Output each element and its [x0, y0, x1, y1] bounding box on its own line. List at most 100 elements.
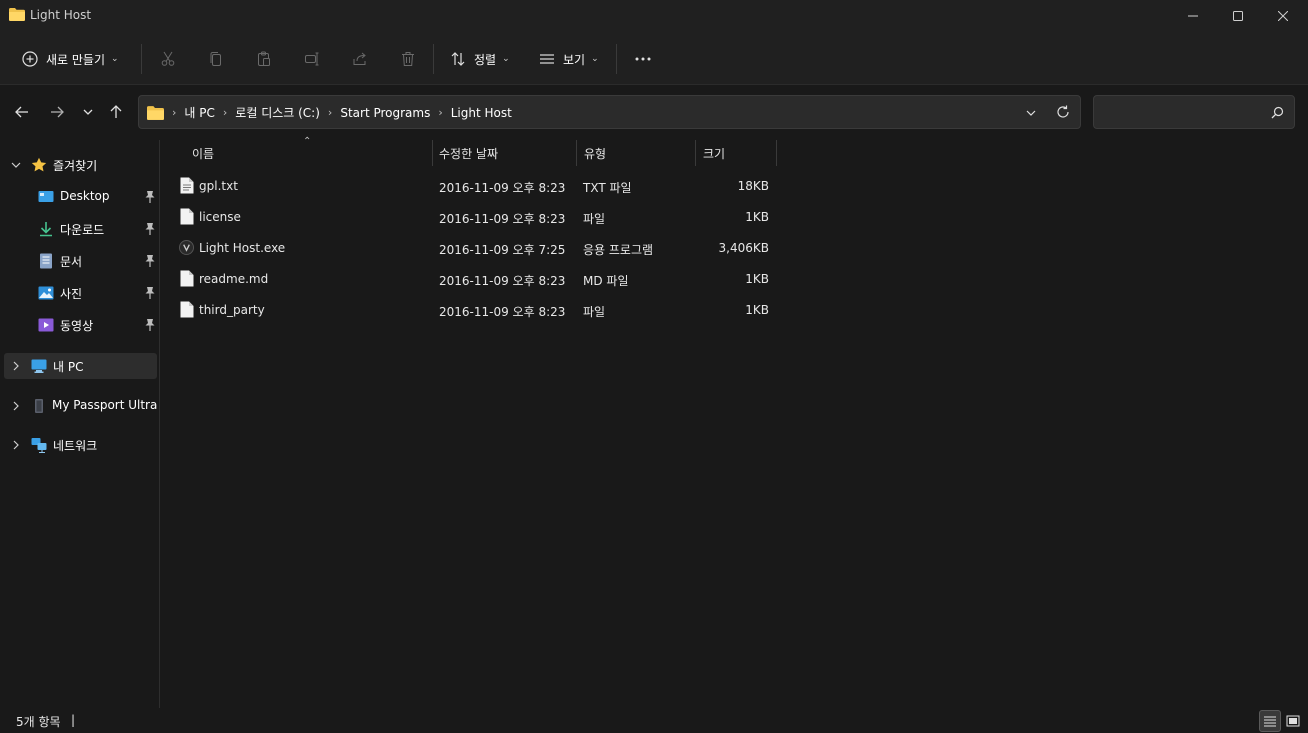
network-icon	[31, 438, 47, 453]
column-header-label: 이름	[192, 146, 215, 161]
more-options-button[interactable]	[626, 44, 660, 74]
refresh-icon[interactable]	[1055, 104, 1071, 120]
view-button[interactable]: 보기 ⌄	[531, 44, 607, 74]
up-button[interactable]	[104, 100, 128, 124]
column-resize-handle[interactable]	[695, 140, 696, 166]
breadcrumb: › 내 PC › 로컬 디스크 (C:) › Start Programs › …	[147, 104, 512, 121]
sidebar-item-videos[interactable]: 동영상	[4, 312, 157, 338]
table-row[interactable]: readme.md 2016-11-09 오후 8:23 MD 파일 1KB	[161, 263, 781, 294]
sort-button[interactable]: 정렬 ⌄	[442, 44, 518, 74]
cut-button[interactable]	[152, 44, 184, 74]
column-header-label: 크기	[703, 146, 726, 161]
sidebar-item-this-pc[interactable]: 내 PC	[4, 353, 157, 379]
maximize-button[interactable]	[1215, 0, 1261, 32]
minimize-button[interactable]	[1170, 0, 1216, 32]
status-separator: |	[71, 713, 76, 727]
pin-icon[interactable]	[144, 222, 156, 236]
chevron-right-icon[interactable]: ›	[223, 106, 227, 119]
column-header-label: 수정한 날짜	[439, 146, 499, 161]
breadcrumb-light-host[interactable]: Light Host	[451, 106, 512, 120]
sort-icon	[451, 52, 465, 66]
picture-icon	[38, 286, 54, 300]
column-resize-handle[interactable]	[776, 140, 777, 166]
sidebar-item-downloads[interactable]: 다운로드	[4, 216, 157, 242]
sidebar-item-label: 내 PC	[53, 360, 84, 374]
folder-icon	[147, 105, 164, 120]
chevron-right-icon[interactable]: ›	[438, 106, 442, 119]
title-bar: Light Host	[0, 0, 1308, 32]
sidebar-item-label: 동영상	[60, 319, 94, 333]
rename-button[interactable]	[296, 44, 328, 74]
search-input[interactable]	[1102, 103, 1262, 121]
sidebar-item-documents[interactable]: 문서	[4, 248, 157, 274]
navigation-bar: › 내 PC › 로컬 디스크 (C:) › Start Programs › …	[0, 86, 1308, 138]
delete-button[interactable]	[392, 44, 424, 74]
recent-locations-button[interactable]	[76, 100, 100, 124]
file-list: 이름 ⌃ 수정한 날짜 유형 크기 gpl.txt 2016-11-09 오후 …	[161, 136, 1308, 708]
sidebar-item-desktop[interactable]: Desktop	[4, 184, 157, 210]
column-resize-handle[interactable]	[432, 140, 433, 166]
column-header-size[interactable]: 크기	[703, 140, 725, 166]
arrow-right-icon	[51, 106, 64, 118]
file-type: TXT 파일	[583, 181, 632, 195]
table-row[interactable]: license 2016-11-09 오후 8:23 파일 1KB	[161, 201, 781, 232]
copy-button[interactable]	[200, 44, 232, 74]
folder-icon	[9, 8, 25, 21]
pin-icon[interactable]	[144, 254, 156, 268]
file-type: 파일	[583, 212, 606, 226]
copy-icon	[210, 52, 221, 66]
star-icon	[31, 157, 47, 172]
chevron-right-icon[interactable]: ›	[172, 106, 176, 119]
ellipsis-icon	[635, 57, 651, 61]
pin-icon[interactable]	[144, 190, 156, 204]
close-button[interactable]	[1260, 0, 1306, 32]
back-button[interactable]	[10, 100, 34, 124]
command-bar: 새로 만들기 ⌄ 정렬 ⌄ 보기 ⌄	[0, 32, 1308, 85]
breadcrumb-local-disk[interactable]: 로컬 디스크 (C:)	[235, 104, 320, 121]
file-modified: 2016-11-09 오후 8:23	[439, 181, 566, 195]
details-view-button[interactable]	[1259, 710, 1281, 732]
pin-icon[interactable]	[144, 318, 156, 332]
sidebar-item-quick-access[interactable]: 즐겨찾기	[4, 152, 157, 178]
chevron-right-icon[interactable]	[10, 439, 22, 451]
arrow-up-icon	[110, 105, 122, 118]
sort-ascending-icon: ⌃	[303, 136, 312, 147]
file-icon	[180, 208, 194, 225]
view-button-label: 보기	[563, 52, 586, 67]
address-bar[interactable]: › 내 PC › 로컬 디스크 (C:) › Start Programs › …	[138, 95, 1081, 129]
paste-button[interactable]	[248, 44, 280, 74]
sidebar-item-pictures[interactable]: 사진	[4, 280, 157, 306]
breadcrumb-this-pc[interactable]: 내 PC	[184, 104, 214, 121]
file-type: MD 파일	[583, 274, 629, 288]
maximize-icon	[1233, 11, 1243, 21]
sidebar-item-label: 다운로드	[60, 223, 105, 237]
column-header-name[interactable]: 이름	[192, 140, 214, 166]
file-modified: 2016-11-09 오후 8:23	[439, 274, 566, 288]
sidebar-item-label: 즐겨찾기	[53, 159, 98, 173]
toolbar-divider	[433, 44, 434, 74]
large-icons-view-button[interactable]	[1282, 710, 1304, 732]
file-size: 1KB	[745, 210, 769, 224]
chevron-right-icon[interactable]	[10, 360, 22, 372]
address-history-dropdown[interactable]	[1023, 105, 1039, 121]
table-row[interactable]: Light Host.exe 2016-11-09 오후 7:25 응용 프로그…	[161, 232, 781, 263]
toolbar-divider	[616, 44, 617, 74]
share-button[interactable]	[344, 44, 376, 74]
new-button[interactable]: 새로 만들기 ⌄	[14, 44, 127, 74]
column-header-type[interactable]: 유형	[584, 140, 606, 166]
chevron-right-icon[interactable]: ›	[328, 106, 332, 119]
chevron-down-icon[interactable]	[10, 159, 22, 171]
forward-button[interactable]	[45, 100, 69, 124]
sidebar-item-network[interactable]: 네트워크	[4, 432, 157, 458]
view-list-icon	[540, 54, 554, 64]
column-header-modified[interactable]: 수정한 날짜	[439, 140, 498, 166]
chevron-right-icon[interactable]	[10, 400, 22, 412]
breadcrumb-start-programs[interactable]: Start Programs	[340, 106, 430, 120]
search-box[interactable]	[1093, 95, 1295, 129]
table-row[interactable]: third_party 2016-11-09 오후 8:23 파일 1KB	[161, 294, 781, 325]
status-bar: 5개 항목 |	[0, 708, 1308, 733]
column-resize-handle[interactable]	[576, 140, 577, 166]
pin-icon[interactable]	[144, 286, 156, 300]
sidebar-item-passport-drive[interactable]: My Passport Ultra (I	[4, 393, 157, 419]
table-row[interactable]: gpl.txt 2016-11-09 오후 8:23 TXT 파일 18KB	[161, 170, 781, 201]
